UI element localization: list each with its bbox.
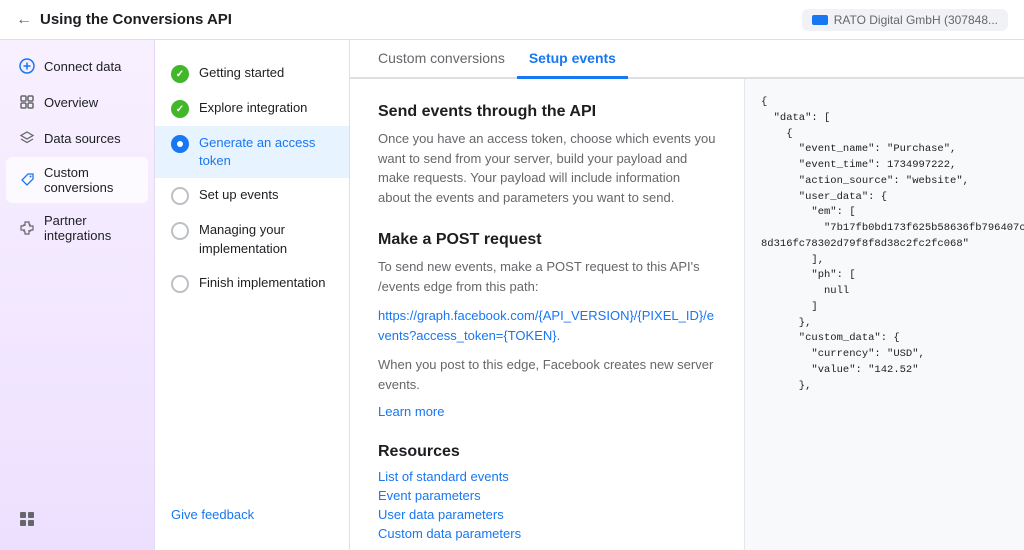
company-name: RATO Digital GmbH (307848...: [834, 13, 998, 27]
give-feedback-section: Give feedback: [155, 495, 349, 534]
grid-apps-button[interactable]: [12, 504, 42, 534]
post-request-text1: To send new events, make a POST request …: [378, 257, 716, 296]
grid-icon: [18, 93, 36, 111]
section-resources: Resources List of standard events Event …: [378, 443, 716, 541]
post-request-text2: When you post to this edge, Facebook cre…: [378, 355, 716, 394]
company-badge: RATO Digital GmbH (307848...: [802, 9, 1008, 31]
send-events-title: Send events through the API: [378, 103, 716, 121]
layers-icon: [18, 129, 36, 147]
step-managing-implementation[interactable]: Managing your implementation: [155, 213, 349, 265]
steps-sidebar: ✓ Getting started ✓ Explore integration …: [155, 40, 350, 550]
top-bar: ← Using the Conversions API RATO Digital…: [0, 0, 1024, 40]
send-events-text: Once you have an access token, choose wh…: [378, 129, 716, 207]
main-layout: Connect data Overview: [0, 40, 1024, 550]
step-circle-done: ✓: [171, 65, 189, 83]
resources-title: Resources: [378, 443, 716, 461]
sidebar-item-connect-data[interactable]: Connect data: [6, 49, 148, 83]
sidebar-label-partner-integrations: Partner integrations: [44, 213, 136, 243]
resource-link-4[interactable]: Custom data parameters: [378, 526, 521, 541]
post-request-title: Make a POST request: [378, 231, 716, 249]
nav-bottom: [0, 496, 154, 542]
resource-link-1[interactable]: List of standard events: [378, 469, 509, 484]
give-feedback-link[interactable]: Give feedback: [171, 507, 254, 522]
resource-link-3[interactable]: User data parameters: [378, 507, 504, 522]
step-label-explore-integration: Explore integration: [199, 99, 307, 117]
list-item: Event parameters: [378, 488, 716, 503]
learn-more-link[interactable]: Learn more: [378, 404, 444, 419]
sidebar-label-connect-data: Connect data: [44, 59, 121, 74]
post-request-url: https://graph.facebook.com/{API_VERSION}…: [378, 306, 716, 345]
code-panel: { "data": [ { "event_name": "Purchase", …: [744, 79, 1024, 550]
step-set-up-events[interactable]: Set up events: [155, 178, 349, 213]
step-circle-empty-1: [171, 187, 189, 205]
step-explore-integration[interactable]: ✓ Explore integration: [155, 91, 349, 126]
step-finish-implementation[interactable]: Finish implementation: [155, 266, 349, 301]
content-inner: Send events through the API Once you hav…: [350, 79, 1024, 550]
section-post-request: Make a POST request To send new events, …: [378, 231, 716, 419]
step-circle-empty-3: [171, 275, 189, 293]
content-area: Send events through the API Once you hav…: [350, 79, 1024, 550]
company-icon: [812, 15, 828, 25]
resource-link-2[interactable]: Event parameters: [378, 488, 481, 503]
resource-list: List of standard events Event parameters…: [378, 469, 716, 541]
code-block: { "data": [ { "event_name": "Purchase", …: [761, 95, 1008, 394]
step-getting-started[interactable]: ✓ Getting started: [155, 56, 349, 91]
sidebar-item-partner-integrations[interactable]: Partner integrations: [6, 205, 148, 251]
list-item: User data parameters: [378, 507, 716, 522]
main-content: Send events through the API Once you hav…: [350, 79, 744, 550]
plus-circle-icon: [18, 57, 36, 75]
step-generate-access-token[interactable]: Generate an access token: [155, 126, 349, 178]
page-title: Using the Conversions API: [40, 11, 232, 28]
step-label-set-up-events: Set up events: [199, 186, 279, 204]
step-circle-active: [171, 135, 189, 153]
top-bar-left: ← Using the Conversions API: [16, 11, 232, 29]
step-circle-empty-2: [171, 222, 189, 240]
sidebar-item-overview[interactable]: Overview: [6, 85, 148, 119]
sidebar-label-overview: Overview: [44, 95, 98, 110]
tag-icon: [18, 171, 36, 189]
step-label-getting-started: Getting started: [199, 64, 284, 82]
section-send-events: Send events through the API Once you hav…: [378, 103, 716, 207]
secondary-tabs: Custom conversions Setup events: [350, 40, 1024, 79]
left-sidebar: Connect data Overview: [0, 40, 155, 550]
list-item: List of standard events: [378, 469, 716, 484]
checkmark-icon: ✓: [176, 69, 184, 80]
step-label-finish-implementation: Finish implementation: [199, 274, 325, 292]
sidebar-label-custom-conversions: Custom conversions: [44, 165, 136, 195]
checkmark-icon-2: ✓: [176, 104, 184, 115]
back-button[interactable]: ←: [16, 11, 32, 29]
tab-setup-events[interactable]: Setup events: [517, 40, 628, 79]
sidebar-item-data-sources[interactable]: Data sources: [6, 121, 148, 155]
sidebar-item-custom-conversions[interactable]: Custom conversions: [6, 157, 148, 203]
step-label-generate-token: Generate an access token: [199, 134, 333, 170]
step-circle-done-2: ✓: [171, 100, 189, 118]
puzzle-icon: [18, 219, 36, 237]
active-dot: [177, 141, 183, 147]
list-item: Custom data parameters: [378, 526, 716, 541]
tab-custom-conversions[interactable]: Custom conversions: [366, 40, 517, 79]
sidebar-label-data-sources: Data sources: [44, 131, 121, 146]
step-label-managing-implementation: Managing your implementation: [199, 221, 333, 257]
